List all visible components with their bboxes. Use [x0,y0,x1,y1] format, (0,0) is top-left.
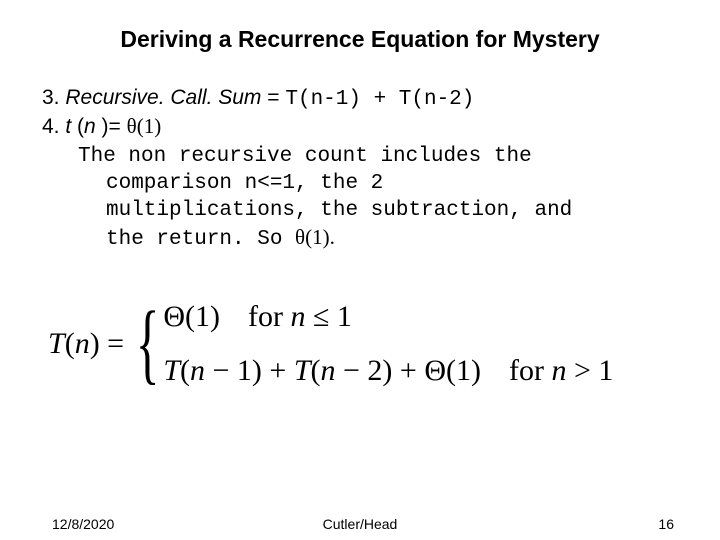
case-1-for: for [248,300,290,333]
case-1: Θ(1) for n ≤ 1 [163,300,613,334]
item-4-n: n [84,115,102,138]
case-2-condition: for n > 1 [481,354,613,388]
item-4: 4. t (n )= θ(1) [42,113,678,142]
case-2-p1: ( [180,354,190,387]
explanation-line-2: comparison n<=1, the 2 [42,170,678,197]
slide: Deriving a Recurrence Equation for Myste… [0,0,720,540]
formula-T: T [48,327,65,360]
item-4-theta: θ(1) [127,117,162,140]
case-2-T2: T [294,354,311,387]
formula-paren-open: ( [65,327,75,360]
case-2: T(n − 1) + T(n − 2) + Θ(1) for n > 1 [163,354,613,388]
formula-lhs: T(n) = [48,327,130,361]
slide-title: Deriving a Recurrence Equation for Myste… [0,26,720,53]
item-4-t: t [65,115,77,138]
case-2-T1: T [163,354,180,387]
footer-page-number: 16 [658,516,674,532]
recurrence-formula: T(n) = { Θ(1) for n ≤ 1 T(n − 1) + T(n −… [48,300,613,388]
case-2-expr: T(n − 1) + T(n − 2) + Θ(1) [163,354,481,388]
explanation-line-4b: θ(1). [295,225,335,249]
item-3-equals: = [261,86,285,109]
case-2-n1: n [190,354,213,387]
case-1-n: n [290,300,313,333]
case-1-value: Θ(1) [163,300,220,334]
brace-icon: { [136,304,160,384]
formula-cases: Θ(1) for n ≤ 1 T(n − 1) + T(n − 2) + Θ(1… [163,300,613,388]
formula-n: n [75,327,90,360]
item-4-paren-open: ( [77,115,84,138]
case-2-rel: > 1 [574,354,613,387]
explanation-line-4a: the return. So [106,228,295,251]
case-2-p2: ( [311,354,321,387]
case-2-for: for [509,354,551,387]
item-3-number: 3. [42,86,65,109]
case-2-n3: n [551,354,574,387]
item-3-expression: T(n-1) + T(n-2) [285,88,474,111]
item-3: 3. Recursive. Call. Sum = T(n-1) + T(n-2… [42,84,678,113]
case-2-n2: n [321,354,344,387]
explanation-line-3: multiplications, the subtraction, and [42,197,678,224]
item-3-label: Recursive. Call. Sum [65,86,261,109]
footer-author: Cutler/Head [0,516,720,532]
explanation-line-4: the return. So θ(1). [42,224,678,253]
explanation-line-1: The non recursive count includes the [42,143,678,170]
case-2-m1: − 1) + [213,354,294,387]
item-4-after: )= [102,115,127,138]
slide-body: 3. Recursive. Call. Sum = T(n-1) + T(n-2… [42,84,678,254]
item-4-number: 4. [42,115,65,138]
case-1-condition: for n ≤ 1 [220,300,352,334]
formula-paren-close-eq: ) = [90,327,124,360]
case-1-rel: ≤ 1 [313,300,352,333]
case-2-m2: − 2) + Θ(1) [343,354,481,387]
